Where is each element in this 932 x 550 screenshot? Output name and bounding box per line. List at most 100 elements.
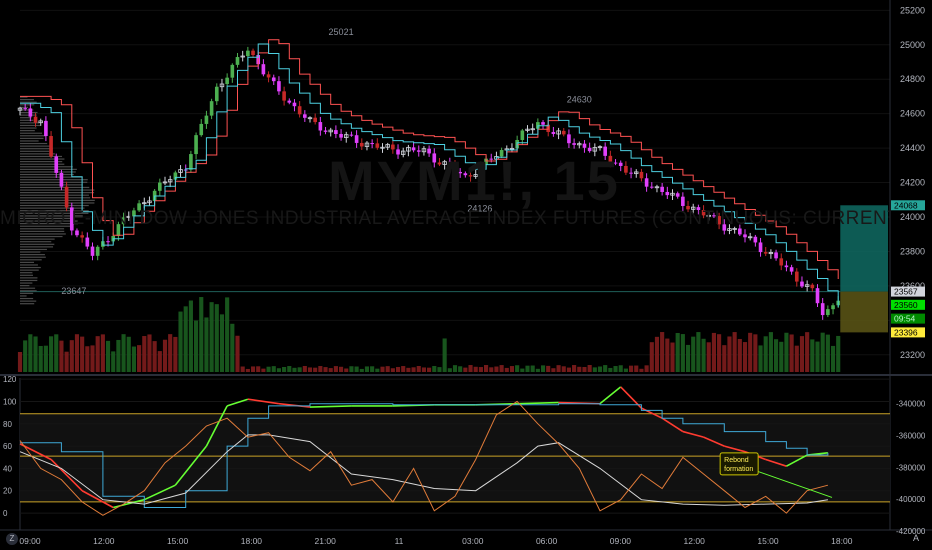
osc-tick-label: 0 xyxy=(3,509,8,518)
profile-bar xyxy=(20,256,46,258)
candle-body xyxy=(800,281,804,287)
candle-body xyxy=(282,91,286,101)
volume-bar xyxy=(349,366,354,372)
profile-bar xyxy=(20,166,73,168)
time-tick-label: 18:00 xyxy=(241,536,263,546)
profile-bar xyxy=(20,287,36,289)
profile-bar xyxy=(20,292,34,294)
volume-bar xyxy=(131,346,136,372)
volume-bar xyxy=(758,345,763,372)
candle-body xyxy=(199,123,204,136)
auto-scale-button[interactable]: A xyxy=(913,533,919,543)
volume-bar xyxy=(665,338,670,372)
volume-bar xyxy=(836,335,841,372)
volume-bar xyxy=(354,366,359,372)
profile-bar xyxy=(20,248,47,251)
timezone-button[interactable]: Z xyxy=(6,533,18,545)
candle-body xyxy=(80,235,84,238)
price-label: 23560 xyxy=(894,300,918,310)
volume-bar xyxy=(194,320,199,372)
profile-bar xyxy=(20,202,95,204)
candle-body xyxy=(189,154,193,170)
profile-bar xyxy=(20,282,33,284)
price-tick-label: 25200 xyxy=(900,5,925,15)
volume-bar xyxy=(530,365,535,372)
profile-bar xyxy=(20,99,34,101)
volume-bar xyxy=(390,368,395,372)
volume-bar xyxy=(43,345,48,372)
profile-bar xyxy=(20,303,35,305)
price-tick-label: 24400 xyxy=(900,143,925,153)
candle-body xyxy=(826,309,830,316)
volume-bar xyxy=(411,367,416,372)
trading-chart[interactable]: 25021246302412623647 Rebondformation 252… xyxy=(0,0,932,550)
profile-bar xyxy=(20,145,53,147)
volume-bar xyxy=(173,336,178,372)
osc-main-segment xyxy=(517,401,559,405)
volume-bar xyxy=(711,332,716,372)
volume-bar xyxy=(577,366,582,372)
volume-bar xyxy=(478,367,483,372)
candle-body xyxy=(194,135,198,155)
profile-bar xyxy=(20,184,83,186)
profile-bar xyxy=(20,142,48,145)
time-tick-label: 15:00 xyxy=(757,536,779,546)
volume-bar xyxy=(401,366,406,372)
time-tick-label: 15:00 xyxy=(167,536,189,546)
osc-right-tick-label: -400000 xyxy=(896,495,926,504)
candle-body xyxy=(644,178,649,187)
volume-bar xyxy=(261,368,266,372)
profile-bar xyxy=(20,104,35,106)
candle-body xyxy=(551,131,556,134)
osc-right-tick-label: -420000 xyxy=(896,527,926,536)
volume-bar xyxy=(794,345,799,372)
candle-body xyxy=(334,130,338,135)
volume-bar xyxy=(473,366,478,372)
profile-bar xyxy=(20,261,35,263)
volume-bar xyxy=(509,366,515,372)
osc-tick-label: 60 xyxy=(3,442,12,451)
volume-bar xyxy=(126,336,131,372)
volume-bar xyxy=(121,334,126,372)
candle-body xyxy=(235,57,240,65)
volume-bar xyxy=(597,366,603,372)
time-tick-label: 06:00 xyxy=(536,536,558,546)
volume-bar xyxy=(105,340,111,372)
price-tick-label: 23200 xyxy=(900,350,925,360)
volume-bar xyxy=(629,365,634,372)
osc-tick-label: 80 xyxy=(3,420,12,429)
profile-bar xyxy=(20,269,39,271)
volume-bar xyxy=(608,367,613,372)
volume-bar xyxy=(147,334,152,372)
time-tick-label: 11 xyxy=(395,536,404,546)
callout-text: formation xyxy=(724,466,753,473)
volume-bar xyxy=(323,367,328,372)
candle-body xyxy=(629,172,633,174)
volume-bar xyxy=(753,334,758,372)
candle-body xyxy=(59,172,64,187)
candle-body xyxy=(225,77,229,84)
volume-bar xyxy=(810,339,815,372)
volume-bar xyxy=(178,311,183,372)
profile-bar xyxy=(20,290,37,292)
time-tick-label: 18:00 xyxy=(831,536,853,546)
volume-bar xyxy=(17,352,23,372)
price-tick-label: 24000 xyxy=(900,212,925,222)
volume-bar xyxy=(452,365,458,372)
profile-bar xyxy=(20,101,37,103)
volume-bar xyxy=(297,367,302,372)
volume-bar xyxy=(660,332,665,372)
volume-bar xyxy=(592,367,597,372)
profile-bar xyxy=(20,127,37,129)
profile-bar xyxy=(20,192,95,194)
volume-bar xyxy=(805,332,810,372)
profile-bar xyxy=(20,186,90,189)
volume-bar xyxy=(748,332,753,372)
profile-bar xyxy=(20,259,42,261)
volume-bar xyxy=(546,365,551,372)
price-label: 24068 xyxy=(894,200,918,210)
volume-bar xyxy=(266,366,271,372)
profile-bar xyxy=(20,179,88,181)
volume-bar xyxy=(80,336,85,372)
profile-bar xyxy=(20,119,34,121)
